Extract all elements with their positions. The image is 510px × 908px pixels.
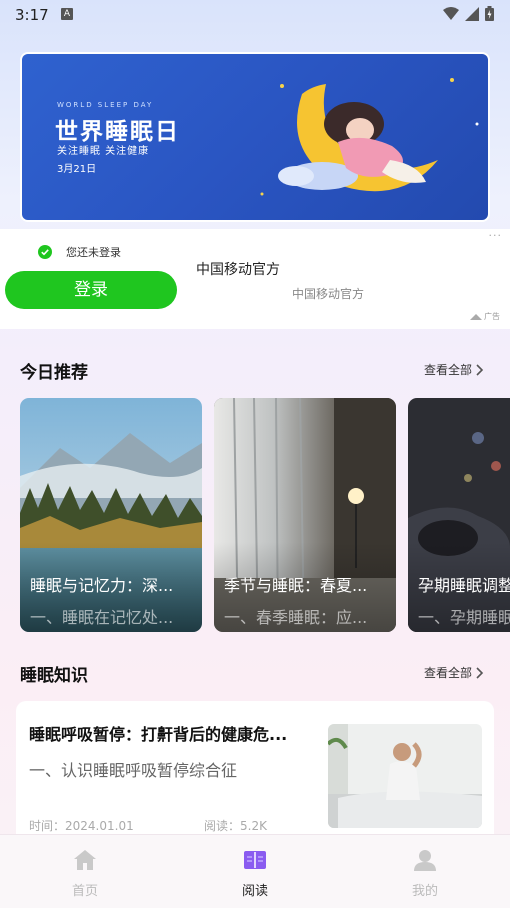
man-stretching-image xyxy=(328,724,482,828)
tab-read[interactable]: 阅读 xyxy=(205,835,305,908)
recommend-card[interactable]: 睡眠与记忆力：深... 一、睡眠在记忆处... xyxy=(20,398,202,632)
ad-tag: 广告 xyxy=(470,311,500,322)
notification-icon: A xyxy=(61,8,73,20)
check-circle-icon xyxy=(38,245,52,259)
status-time: 3:17 xyxy=(15,6,49,24)
banner-title: 世界睡眠日 xyxy=(55,119,180,145)
recommend-card[interactable]: 季节与睡眠：春夏... 一、春季睡眠：应... xyxy=(214,398,396,632)
wifi-icon xyxy=(443,6,459,20)
article-thumbnail xyxy=(328,724,482,828)
user-icon xyxy=(414,850,436,871)
article-views: 阅读：5.2K xyxy=(204,819,267,833)
article-title: 睡眠呼吸暂停：打鼾背后的健康危... xyxy=(29,725,288,744)
tab-home-label: 首页 xyxy=(71,884,98,899)
status-bar: 3:17 A xyxy=(0,0,510,30)
recommend-view-all-label: 查看全部 xyxy=(423,363,472,377)
bottom-tab-bar: 首页 阅读 我的 xyxy=(0,834,510,908)
chevron-right-icon xyxy=(476,363,484,376)
chevron-right-icon xyxy=(476,666,484,679)
recommend-section-title: 今日推荐 xyxy=(20,363,88,383)
banner-date: 3月21日 xyxy=(57,164,97,175)
status-icons xyxy=(443,6,494,21)
knowledge-view-all-label: 查看全部 xyxy=(423,666,472,680)
signal-icon xyxy=(465,6,479,21)
tab-mine-label: 我的 xyxy=(411,884,438,899)
knowledge-article-card[interactable]: 睡眠呼吸暂停：打鼾背后的健康危... 一、认识睡眠呼吸暂停综合征 时间：2024… xyxy=(16,701,494,851)
world-sleep-day-banner[interactable]: WORLD SLEEP DAY 世界睡眠日 关注睡眠 关注健康 3月21日 xyxy=(20,52,490,222)
knowledge-view-all-link[interactable]: 查看全部 xyxy=(424,664,484,681)
moon-illustration xyxy=(260,78,479,196)
ad-tag-label: 广告 xyxy=(484,312,500,321)
ad-more-button[interactable]: ··· xyxy=(489,229,503,242)
recommend-card-subtitle: 一、孕期睡眠 xyxy=(418,608,510,627)
tab-read-label: 阅读 xyxy=(241,884,268,899)
tab-home[interactable]: 首页 xyxy=(35,835,135,908)
battery-icon xyxy=(485,6,494,21)
not-logged-in-label: 您还未登录 xyxy=(66,246,121,259)
tab-mine[interactable]: 我的 xyxy=(375,835,475,908)
book-icon xyxy=(244,851,266,869)
recommend-card-title: 睡眠与记忆力：深... xyxy=(30,576,174,595)
recommend-card-title: 季节与睡眠：春夏... xyxy=(224,576,368,595)
ad-signal-icon xyxy=(470,313,482,320)
login-button[interactable]: 登录 xyxy=(5,271,177,309)
banner-subtitle: 关注睡眠 关注健康 xyxy=(57,146,150,157)
ad-subtitle: 中国移动官方 xyxy=(292,287,365,301)
banner-english-title: WORLD SLEEP DAY xyxy=(57,101,154,109)
home-icon xyxy=(74,850,96,870)
recommend-card-subtitle: 一、春季睡眠：应... xyxy=(224,608,368,627)
article-subtitle: 一、认识睡眠呼吸暂停综合征 xyxy=(29,761,238,780)
recommend-card-subtitle: 一、睡眠在记忆处... xyxy=(30,608,174,627)
knowledge-section-title: 睡眠知识 xyxy=(20,666,88,686)
ad-title[interactable]: 中国移动官方 xyxy=(196,259,280,279)
recommend-card[interactable]: 孕期睡眠调整 一、孕期睡眠 xyxy=(408,398,510,632)
recommend-view-all-link[interactable]: 查看全部 xyxy=(424,361,484,378)
article-time: 时间：2024.01.01 xyxy=(29,819,134,833)
recommend-card-title: 孕期睡眠调整 xyxy=(418,576,510,595)
